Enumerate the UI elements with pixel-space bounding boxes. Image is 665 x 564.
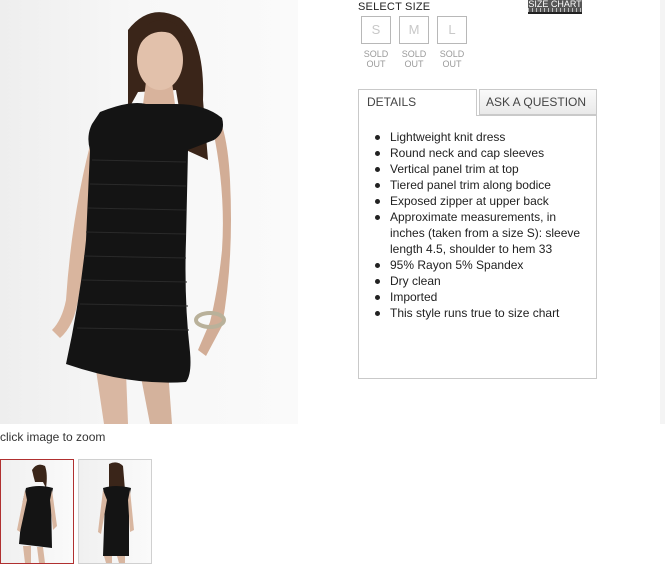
zoom-hint-text: click image to zoom bbox=[0, 430, 106, 444]
details-panel: Lightweight knit dress Round neck and ca… bbox=[358, 115, 597, 379]
detail-item: Exposed zipper at upper back bbox=[373, 193, 583, 209]
page-edge-divider bbox=[660, 0, 665, 424]
thumbnail-front[interactable] bbox=[0, 459, 74, 564]
detail-item: Round neck and cap sleeves bbox=[373, 145, 583, 161]
thumbnail-back[interactable] bbox=[78, 459, 152, 564]
detail-item: Approximate measurements, in inches (tak… bbox=[373, 209, 583, 257]
size-option-l[interactable]: L bbox=[437, 16, 467, 44]
select-size-label: SELECT SIZE bbox=[358, 1, 431, 13]
ruler-icon bbox=[528, 8, 582, 12]
size-chart-link[interactable]: SIZE CHART bbox=[528, 0, 582, 14]
size-option-m[interactable]: M bbox=[399, 16, 429, 44]
detail-item: Dry clean bbox=[373, 273, 583, 289]
detail-item: 95% Rayon 5% Spandex bbox=[373, 257, 583, 273]
detail-item: Imported bbox=[373, 289, 583, 305]
size-s-status: SOLD OUT bbox=[363, 49, 389, 69]
size-m-status: SOLD OUT bbox=[401, 49, 427, 69]
size-l-status: SOLD OUT bbox=[439, 49, 465, 69]
main-product-image[interactable] bbox=[0, 0, 298, 424]
details-list: Lightweight knit dress Round neck and ca… bbox=[373, 129, 583, 321]
detail-item: Vertical panel trim at top bbox=[373, 161, 583, 177]
thumbnail-back-image bbox=[98, 462, 134, 563]
model-in-black-dress-image bbox=[52, 12, 231, 424]
tab-details[interactable]: DETAILS bbox=[358, 89, 477, 116]
detail-item: This style runs true to size chart bbox=[373, 305, 583, 321]
detail-item: Tiered panel trim along bodice bbox=[373, 177, 583, 193]
tab-ask-a-question[interactable]: ASK A QUESTION bbox=[479, 89, 597, 115]
size-option-s[interactable]: S bbox=[361, 16, 391, 44]
detail-item: Lightweight knit dress bbox=[373, 129, 583, 145]
thumbnail-front-image bbox=[17, 464, 57, 563]
